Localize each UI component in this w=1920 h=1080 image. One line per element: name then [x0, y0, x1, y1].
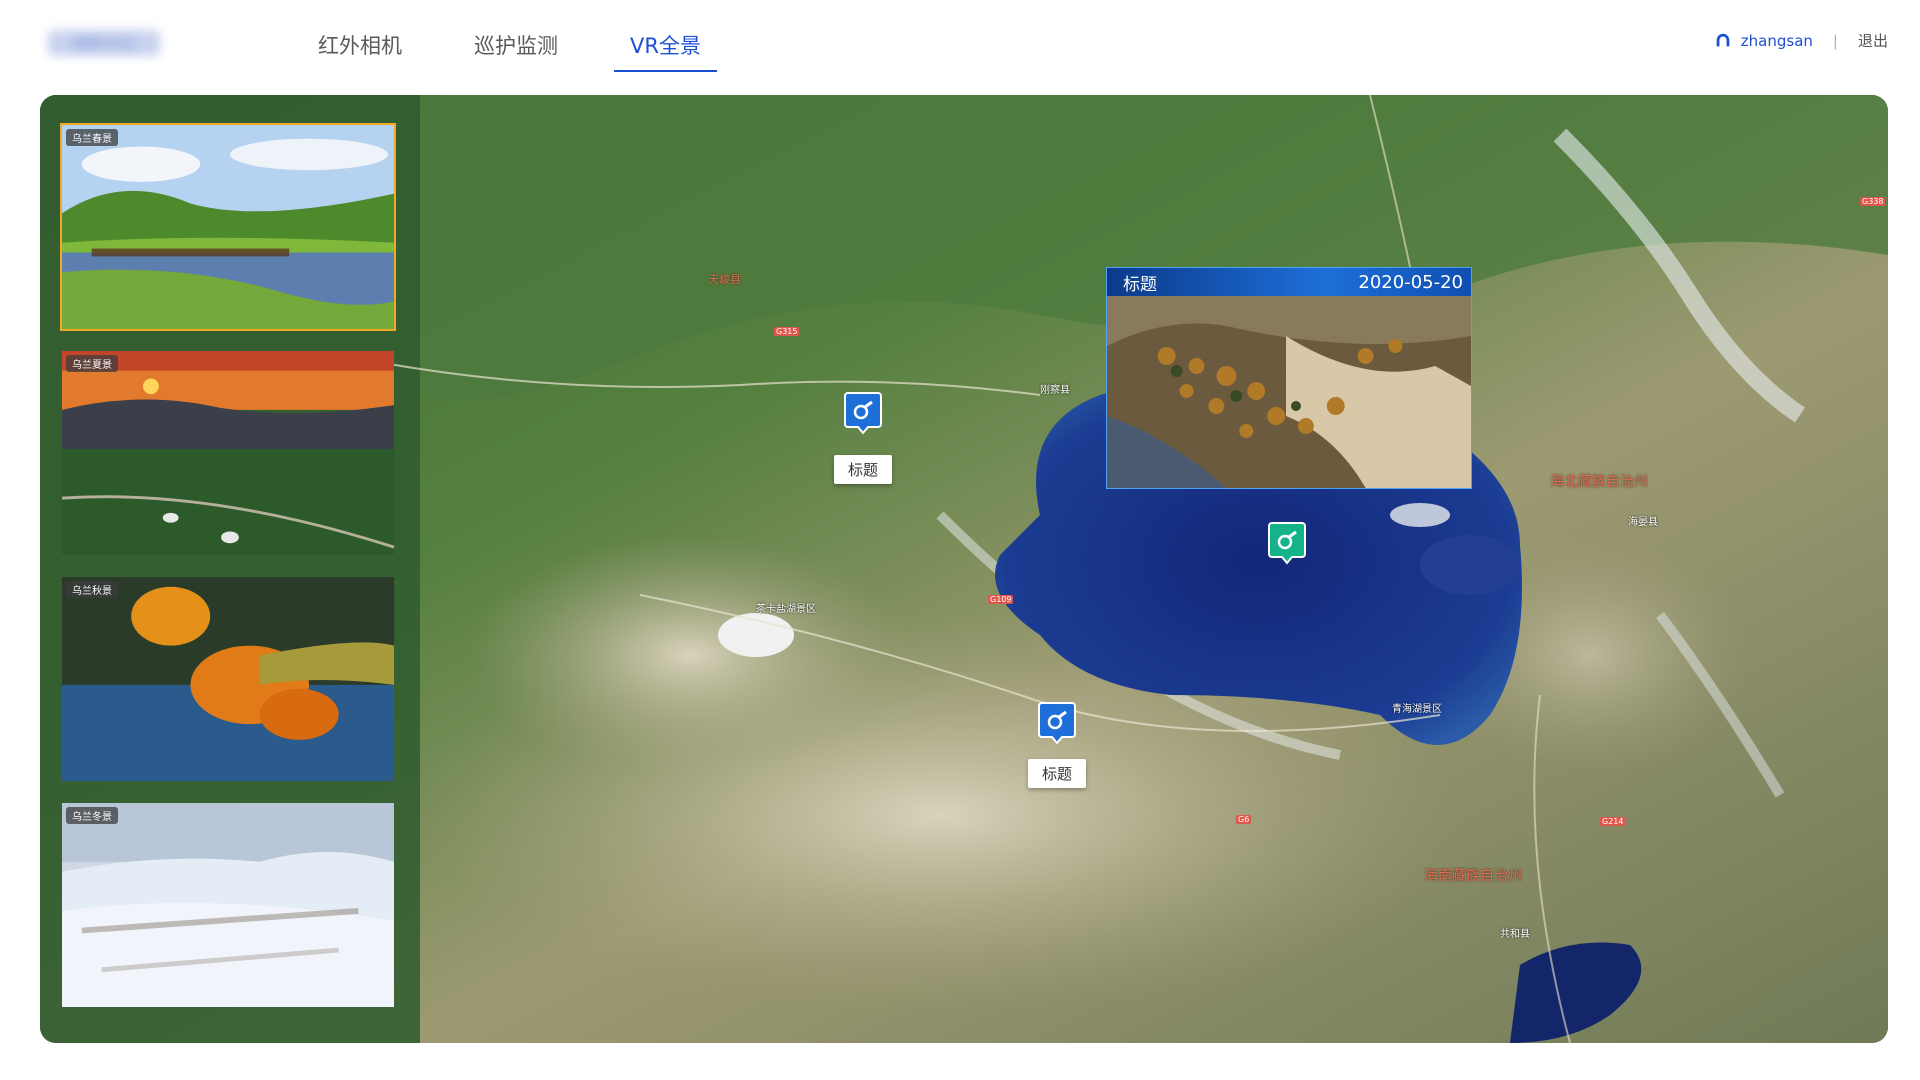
thumbnail-label: 乌兰冬景: [66, 807, 118, 824]
app-logo[interactable]: 绿色乌兰: [48, 30, 160, 56]
thumbnail-summer[interactable]: 乌兰夏景: [60, 349, 396, 557]
map-road-g214: G214: [1600, 817, 1626, 826]
map-label-hainan: 海南藏族自治州: [1424, 868, 1522, 884]
satellite-map[interactable]: 天峻县 海北藏族自治州 海南藏族自治州 青海湖景区 茶卡盐湖景区 海晏县 刚察县…: [40, 95, 1888, 1043]
user-separator: |: [1832, 31, 1838, 50]
panorama-popup[interactable]: 标题 2020-05-20: [1106, 267, 1472, 489]
thumbnail-label: 乌兰春景: [66, 129, 118, 146]
user-icon: [1716, 33, 1730, 46]
popup-date: 2020-05-20: [1358, 271, 1463, 293]
map-label-tianjun: 天峻县: [708, 273, 741, 286]
map-label-gangcha: 刚察县: [1040, 385, 1070, 396]
map-marker-2[interactable]: [1038, 701, 1076, 745]
top-header: 绿色乌兰 红外相机 巡护监测 VR全景 zhangsan | 退出: [0, 0, 1920, 90]
map-label-haibei: 海北藏族自治州: [1550, 474, 1648, 490]
tab-vr-panorama[interactable]: VR全景: [594, 0, 737, 90]
popup-panorama-image: [1107, 296, 1471, 488]
map-marker-2-tag[interactable]: 标题: [1028, 759, 1087, 788]
map-label-qinghai-lake-scenic: 青海湖景区: [1392, 704, 1442, 715]
thumbnail-spring[interactable]: 乌兰春景: [60, 123, 396, 331]
thumbnail-autumn[interactable]: 乌兰秋景: [60, 575, 396, 783]
map-marker-3[interactable]: [1268, 521, 1306, 565]
main-nav: 红外相机 巡护监测 VR全景: [296, 0, 737, 90]
map-marker-1[interactable]: [844, 391, 882, 435]
popup-title: 标题: [1123, 274, 1157, 295]
thumbnail-winter[interactable]: 乌兰冬景: [60, 801, 396, 1009]
autumn-landscape-image: [62, 577, 394, 781]
logout-link[interactable]: 退出: [1858, 30, 1888, 51]
map-road-g338: G338: [1860, 197, 1886, 206]
app-logo-text: 绿色乌兰: [71, 34, 136, 53]
camera-icon: [1038, 702, 1076, 745]
tab-patrol-monitoring[interactable]: 巡护监测: [438, 0, 594, 90]
map-label-haiyan: 海晏县: [1628, 517, 1658, 528]
spring-landscape-image: [62, 125, 394, 329]
map-road-g315: G315: [774, 327, 800, 336]
summer-landscape-image: [62, 351, 394, 555]
winter-landscape-image: [62, 803, 394, 1007]
popup-header: 标题 2020-05-20: [1107, 268, 1471, 296]
camera-icon: [844, 392, 882, 435]
map-road-g109: G109: [988, 595, 1014, 604]
thumbnail-label: 乌兰夏景: [66, 355, 118, 372]
camera-icon: [1268, 522, 1306, 565]
thumbnail-label: 乌兰秋景: [66, 581, 118, 598]
map-marker-1-tag[interactable]: 标题: [834, 455, 893, 484]
map-label-gonghe: 共和县: [1500, 929, 1530, 940]
map-road-g6: G6: [1236, 815, 1252, 824]
map-label-chaka-scenic: 茶卡盐湖景区: [756, 604, 816, 615]
username[interactable]: zhangsan: [1741, 32, 1813, 50]
tab-infrared-camera[interactable]: 红外相机: [296, 0, 438, 90]
user-area: zhangsan | 退出: [1714, 30, 1888, 51]
